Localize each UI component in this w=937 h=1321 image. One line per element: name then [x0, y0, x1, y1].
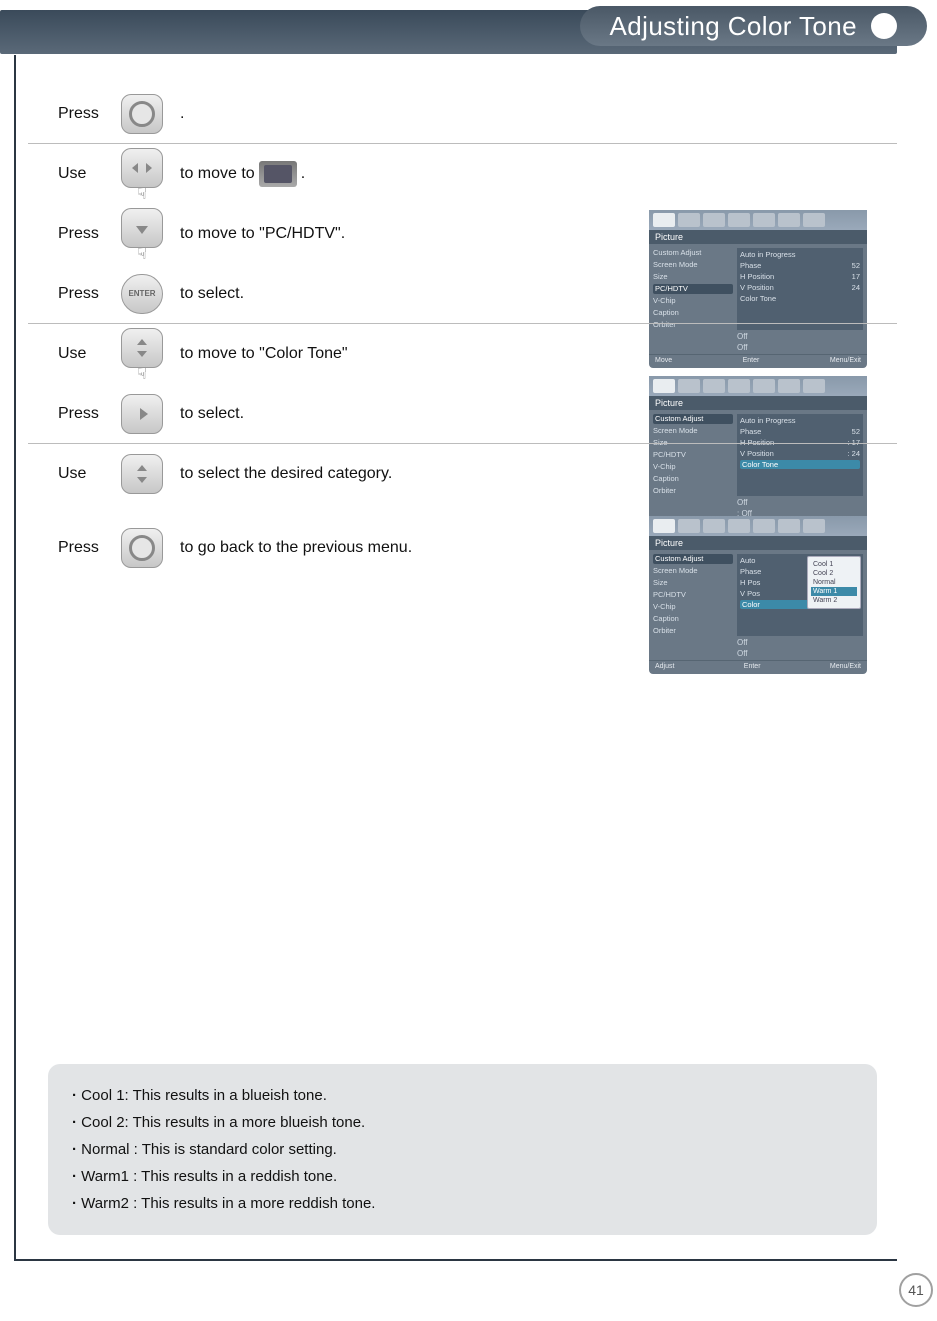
notes-box: Cool 1: This results in a blueish tone. … — [48, 1064, 877, 1235]
menu-button-icon — [121, 94, 163, 134]
osd-left-item: V-Chip — [653, 602, 733, 612]
step-verb: Press — [58, 405, 114, 423]
osd-extra: Off — [737, 649, 863, 658]
step-text: . — [180, 105, 184, 123]
note-item: Cool 1: This results in a blueish tone. — [72, 1082, 853, 1109]
step-row: Press to go back to the previous menu. — [28, 518, 897, 578]
step-verb: Press — [58, 539, 114, 557]
hand-icon: ☟ — [137, 370, 147, 380]
note-item: Normal : This is standard color setting. — [72, 1136, 853, 1163]
page: Adjusting Color Tone Picture Custom Adju… — [0, 0, 937, 1321]
step-verb: Use — [58, 465, 114, 483]
step-row: Press . — [28, 84, 897, 144]
page-number: 41 — [899, 1273, 933, 1307]
step-row: Press to select. — [28, 384, 897, 444]
step-text: to select. — [180, 405, 244, 423]
osd-left-item: PC/HDTV — [653, 590, 733, 600]
hand-icon: ☟ — [137, 250, 147, 260]
header-tab: Adjusting Color Tone — [580, 6, 927, 46]
step-text: to move to "PC/HDTV". — [180, 225, 345, 243]
hand-icon: ☟ — [137, 190, 147, 200]
step-verb: Use — [58, 165, 114, 183]
note-item: Warm2 : This results in a more reddish t… — [72, 1190, 853, 1217]
step-row: Use to select the desired category. — [28, 444, 897, 504]
step-text: to go back to the previous menu. — [180, 539, 412, 557]
content-area: Picture Custom Adjust Screen Mode Size P… — [28, 84, 897, 1251]
steps-list: Press . Use ☟ — [28, 84, 897, 578]
step-text: to move to . — [180, 161, 305, 187]
note-item: Warm1 : This results in a reddish tone. — [72, 1163, 853, 1190]
osd-left-item: Orbiter — [653, 626, 733, 636]
step-row: Use ☟ to move to "Color Tone" — [28, 324, 897, 384]
enter-button-icon: ENTER — [121, 274, 163, 314]
step-verb: Press — [58, 105, 114, 123]
frame-bottom-line — [14, 1259, 897, 1261]
osd-footer-enter: Enter — [744, 663, 761, 670]
page-title: Adjusting Color Tone — [610, 11, 857, 42]
picture-mode-icon — [259, 161, 297, 187]
step-row: Press ENTER to select. — [28, 264, 897, 324]
osd-extra: Off — [737, 638, 863, 647]
osd-footer: Adjust Enter Menu/Exit — [649, 660, 867, 672]
step-text: to select. — [180, 285, 244, 303]
osd-left-item: Size — [653, 578, 733, 588]
left-right-button-icon — [121, 148, 163, 188]
step-verb: Use — [58, 345, 114, 363]
up-down-button-icon — [121, 328, 163, 368]
step-verb: Press — [58, 225, 114, 243]
osd-left-item: Caption — [653, 614, 733, 624]
osd-popup-item: Normal — [811, 578, 857, 587]
osd-footer-exit: Menu/Exit — [830, 663, 861, 670]
note-item: Cool 2: This results in a more blueish t… — [72, 1109, 853, 1136]
osd-popup-item-highlight: Warm 1 — [811, 587, 857, 596]
osd-popup-item: Warm 2 — [811, 596, 857, 605]
step-row: Press ☟ to move to "PC/HDTV". — [28, 204, 897, 264]
up-down-button-icon — [121, 454, 163, 494]
osd-footer-adjust: Adjust — [655, 663, 674, 670]
step-text: to select the desired category. — [180, 465, 392, 483]
header-circle-icon — [871, 13, 897, 39]
menu-button-icon — [121, 528, 163, 568]
step-row: Use ☟ to move to . — [28, 144, 897, 204]
down-button-icon — [121, 208, 163, 248]
step-text: to move to "Color Tone" — [180, 345, 348, 363]
frame-left-line — [14, 55, 16, 1261]
right-button-icon — [121, 394, 163, 434]
step-verb: Press — [58, 285, 114, 303]
